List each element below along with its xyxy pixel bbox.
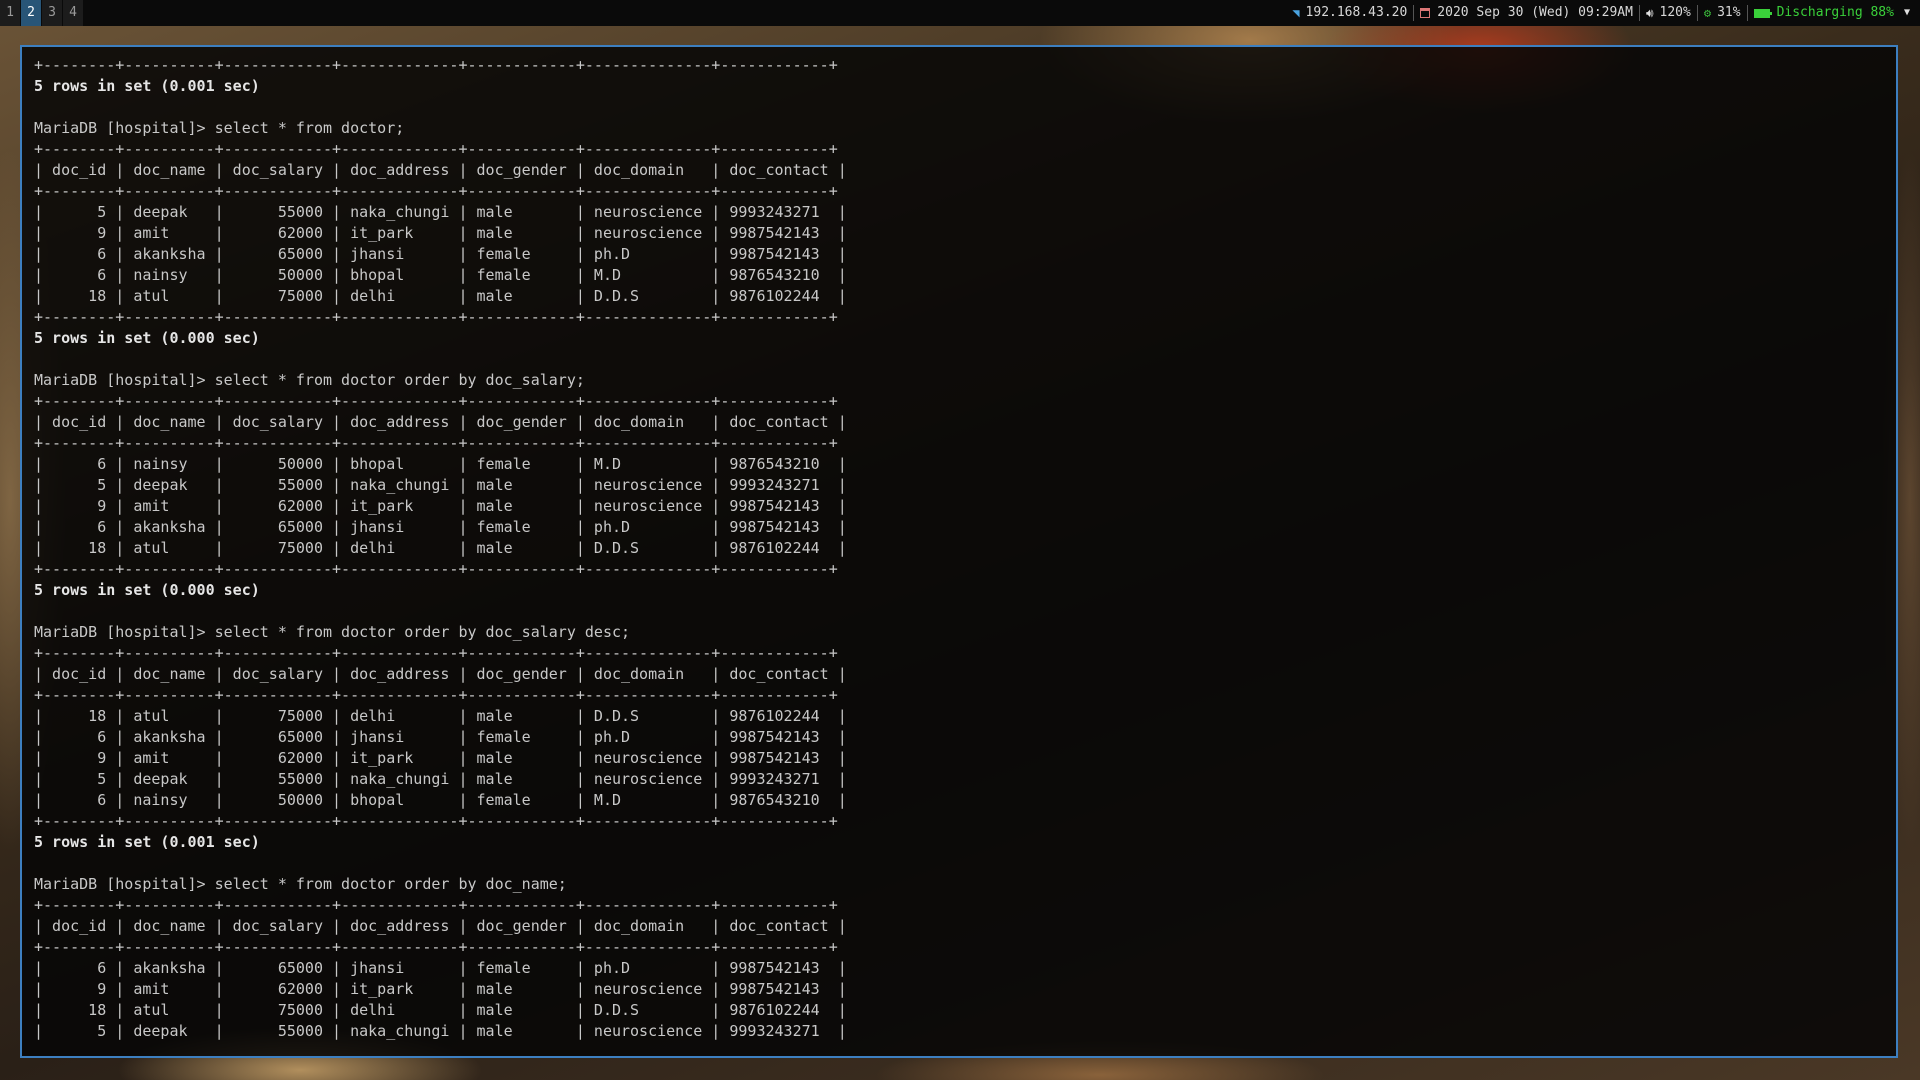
table-border-line: +--------+----------+------------+------… [34, 392, 838, 410]
speaker-icon: 🔊︎ [1645, 6, 1654, 20]
volume-text: 120% [1659, 5, 1691, 20]
wifi-icon: ◥ [1292, 6, 1300, 20]
table-border-line: +--------+----------+------------+------… [34, 140, 838, 158]
workspace-1-button[interactable]: 1 [0, 0, 21, 26]
calendar-icon [1420, 8, 1431, 18]
table-row: | 9 | amit | 62000 | it_park | male | ne… [34, 497, 847, 515]
table-row: | 6 | akanksha | 65000 | jhansi | female… [34, 728, 847, 746]
table-header-row: | doc_id | doc_name | doc_salary | doc_a… [34, 665, 847, 683]
table-border-line: +--------+----------+------------+------… [34, 812, 838, 830]
workspace-4-button[interactable]: 4 [63, 0, 84, 26]
table-header-row: | doc_id | doc_name | doc_salary | doc_a… [34, 413, 847, 431]
workspace-switcher: 1 2 3 4 [0, 0, 84, 26]
battery-text: Discharging 88% [1776, 5, 1894, 20]
table-row: | 6 | akanksha | 65000 | jhansi | female… [34, 959, 847, 977]
cpu-status[interactable]: ⚙ 31% [1698, 0, 1747, 26]
terminal-window[interactable]: +--------+----------+------------+------… [20, 45, 1898, 1058]
table-header-row: | doc_id | doc_name | doc_salary | doc_a… [34, 161, 847, 179]
table-border-line: +--------+----------+------------+------… [34, 686, 838, 704]
table-border-line: +--------+----------+------------+------… [34, 434, 838, 452]
volume-status[interactable]: 🔊︎ 120% [1640, 0, 1697, 26]
table-row: | 5 | deepak | 55000 | naka_chungi | mal… [34, 476, 847, 494]
result-summary-line: 5 rows in set (0.000 sec) [34, 581, 260, 599]
table-border-line: +--------+----------+------------+------… [34, 308, 838, 326]
workspace-2-button[interactable]: 2 [21, 0, 42, 26]
table-row: | 18 | atul | 75000 | delhi | male | D.D… [34, 287, 847, 305]
table-row: | 9 | amit | 62000 | it_park | male | ne… [34, 224, 847, 242]
table-row: | 5 | deepak | 55000 | naka_chungi | mal… [34, 770, 847, 788]
table-row: | 6 | akanksha | 65000 | jhansi | female… [34, 245, 847, 263]
result-summary-line: 5 rows in set (0.001 sec) [34, 77, 260, 95]
sql-prompt-line: MariaDB [hospital]> select * from doctor… [34, 623, 631, 641]
table-row: | 5 | deepak | 55000 | naka_chungi | mal… [34, 203, 847, 221]
table-border-line: +--------+----------+------------+------… [34, 896, 838, 914]
ip-address: 192.168.43.20 [1305, 5, 1408, 20]
table-row: | 6 | nainsy | 50000 | bhopal | female |… [34, 791, 847, 809]
network-status[interactable]: ◥ 192.168.43.20 [1286, 0, 1413, 26]
table-border-line: +--------+----------+------------+------… [34, 644, 838, 662]
table-border-line: +--------+----------+------------+------… [34, 938, 838, 956]
datetime-status[interactable]: 2020 Sep 30 (Wed) 09:29AM [1414, 0, 1639, 26]
table-border-line: +--------+----------+------------+------… [34, 560, 838, 578]
result-summary-line: 5 rows in set (0.000 sec) [34, 329, 260, 347]
table-row: | 6 | nainsy | 50000 | bhopal | female |… [34, 266, 847, 284]
cpu-icon: ⚙ [1703, 6, 1712, 20]
table-row: | 18 | atul | 75000 | delhi | male | D.D… [34, 1001, 847, 1019]
sql-prompt-line: MariaDB [hospital]> select * from doctor… [34, 119, 405, 137]
datetime-text: 2020 Sep 30 (Wed) 09:29AM [1437, 5, 1633, 20]
table-row: | 9 | amit | 62000 | it_park | male | ne… [34, 749, 847, 767]
table-row: | 6 | akanksha | 65000 | jhansi | female… [34, 518, 847, 536]
table-row: | 9 | amit | 62000 | it_park | male | ne… [34, 980, 847, 998]
table-border-line: +--------+----------+------------+------… [34, 56, 838, 74]
sql-prompt-line: MariaDB [hospital]> select * from doctor… [34, 875, 567, 893]
terminal-output: +--------+----------+------------+------… [34, 55, 1884, 1042]
table-row: | 18 | atul | 75000 | delhi | male | D.D… [34, 707, 847, 725]
top-status-bar: 1 2 3 4 ◥ 192.168.43.20 2020 Sep 30 (Wed… [0, 0, 1920, 26]
result-summary-line: 5 rows in set (0.001 sec) [34, 833, 260, 851]
status-area: ◥ 192.168.43.20 2020 Sep 30 (Wed) 09:29A… [1286, 0, 1920, 26]
workspace-3-button[interactable]: 3 [42, 0, 63, 26]
battery-icon [1753, 8, 1772, 18]
cpu-text: 31% [1717, 5, 1741, 20]
tray-menu-chevron-icon[interactable]: ▼ [1900, 0, 1916, 26]
table-header-row: | doc_id | doc_name | doc_salary | doc_a… [34, 917, 847, 935]
table-row: | 5 | deepak | 55000 | naka_chungi | mal… [34, 1022, 847, 1040]
table-row: | 6 | nainsy | 50000 | bhopal | female |… [34, 455, 847, 473]
table-border-line: +--------+----------+------------+------… [34, 182, 838, 200]
sql-prompt-line: MariaDB [hospital]> select * from doctor… [34, 371, 585, 389]
battery-status[interactable]: Discharging 88% [1748, 0, 1900, 26]
table-row: | 18 | atul | 75000 | delhi | male | D.D… [34, 539, 847, 557]
